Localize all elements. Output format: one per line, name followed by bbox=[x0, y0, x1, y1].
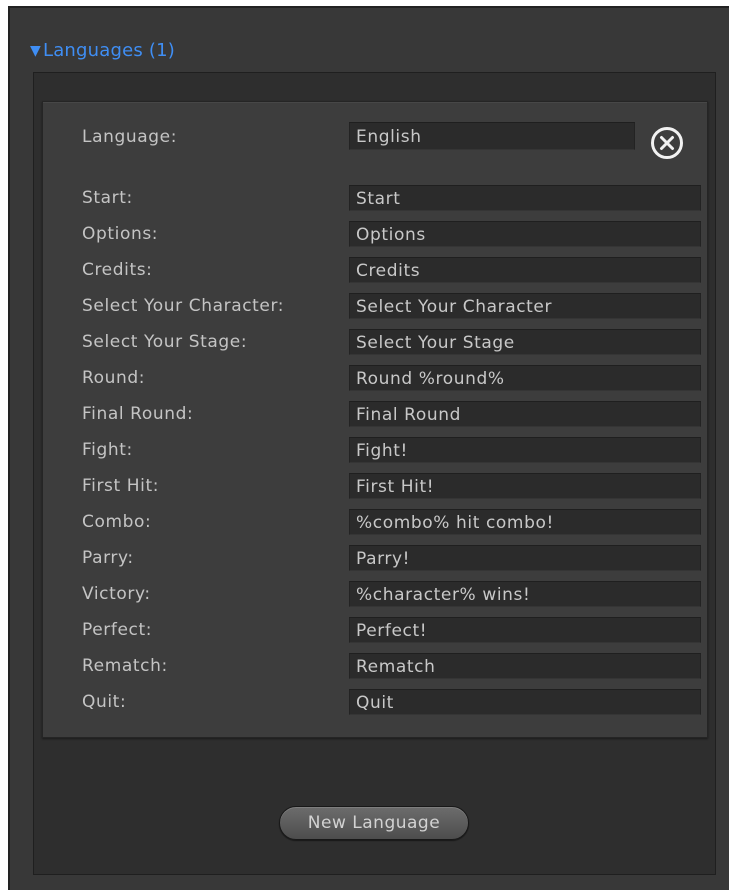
foldout-label: Languages (1) bbox=[42, 39, 175, 61]
remove-language-button[interactable] bbox=[651, 127, 683, 159]
options-label: Options: bbox=[82, 224, 159, 244]
credits-label: Credits: bbox=[82, 260, 153, 280]
language-name-field[interactable]: English bbox=[349, 122, 635, 150]
first-hit-label: First Hit: bbox=[82, 476, 160, 496]
select-stage-field[interactable]: Select Your Stage bbox=[349, 329, 701, 355]
new-language-button[interactable]: New Language bbox=[279, 806, 469, 840]
quit-label: Quit: bbox=[82, 692, 127, 712]
round-label: Round: bbox=[82, 368, 146, 388]
close-icon bbox=[660, 136, 674, 150]
round-field[interactable]: Round %round% bbox=[349, 365, 701, 391]
start-field[interactable]: Start bbox=[349, 185, 701, 211]
select-character-label: Select Your Character: bbox=[82, 296, 285, 316]
options-field[interactable]: Options bbox=[349, 221, 701, 247]
credits-field[interactable]: Credits bbox=[349, 257, 701, 283]
parry-field[interactable]: Parry! bbox=[349, 545, 701, 571]
perfect-label: Perfect: bbox=[82, 620, 153, 640]
victory-field[interactable]: %character% wins! bbox=[349, 581, 701, 607]
combo-field[interactable]: %combo% hit combo! bbox=[349, 509, 701, 535]
select-stage-label: Select Your Stage: bbox=[82, 332, 248, 352]
victory-label: Victory: bbox=[82, 584, 151, 604]
perfect-field[interactable]: Perfect! bbox=[349, 617, 701, 643]
rematch-field[interactable]: Rematch bbox=[349, 653, 701, 679]
parry-label: Parry: bbox=[82, 548, 134, 568]
final-round-field[interactable]: Final Round bbox=[349, 401, 701, 427]
start-label: Start: bbox=[82, 188, 133, 208]
foldout-arrow-icon: ▼ bbox=[30, 43, 41, 59]
combo-label: Combo: bbox=[82, 512, 152, 532]
quit-field[interactable]: Quit bbox=[349, 689, 701, 715]
rematch-label: Rematch: bbox=[82, 656, 168, 676]
first-hit-field[interactable]: First Hit! bbox=[349, 473, 701, 499]
fight-label: Fight: bbox=[82, 440, 133, 460]
final-round-label: Final Round: bbox=[82, 404, 194, 424]
language-label: Language: bbox=[82, 127, 178, 147]
languages-foldout[interactable]: ▼ Languages (1) bbox=[30, 38, 175, 62]
select-character-field[interactable]: Select Your Character bbox=[349, 293, 701, 319]
fight-field[interactable]: Fight! bbox=[349, 437, 701, 463]
